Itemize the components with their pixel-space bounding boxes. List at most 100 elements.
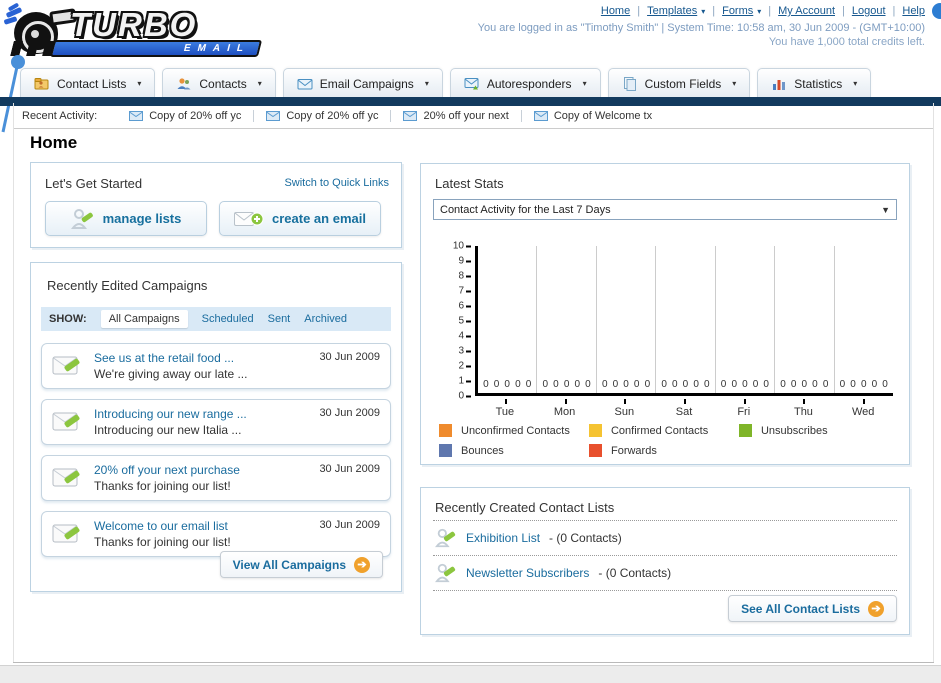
top-link-my-account[interactable]: My Account [761, 5, 835, 17]
tab-label: Contact Lists [57, 76, 127, 91]
main-nav-tabs: Contact Lists ▾ Contacts ▾ Email Campaigns… [20, 68, 872, 98]
campaign-date: 30 Jun 2009 [319, 463, 380, 475]
x-axis-label-mon: Mon [535, 399, 595, 418]
tab-contacts[interactable]: Contacts ▾ [162, 68, 276, 98]
view-all-campaigns-label: View All Campaigns [232, 557, 346, 572]
turbo-email-logo[interactable]: TURBO EMAIL [3, 2, 276, 58]
logo-subtitle: EMAIL [182, 43, 252, 54]
create-email-button[interactable]: create an email [219, 201, 381, 236]
chart-value: 0 [703, 379, 710, 390]
chart-value: 0 [493, 379, 500, 390]
tab-contact-lists[interactable]: Contact Lists ▾ [20, 68, 156, 98]
content-frame-bottom [13, 662, 934, 663]
legend-label: Bounces [461, 444, 504, 457]
legend-swatch [439, 444, 452, 457]
help-bubble-icon[interactable] [932, 3, 941, 19]
filter-all-campaigns[interactable]: All Campaigns [100, 310, 188, 328]
contact-list-item[interactable]: Newsletter Subscribers - (0 Contacts) [433, 556, 897, 591]
envelope-icon [129, 111, 144, 121]
manage-lists-button[interactable]: manage lists [45, 201, 207, 236]
view-all-campaigns-button[interactable]: View All Campaigns ➔ [219, 551, 383, 578]
filter-archived[interactable]: Archived [304, 313, 347, 325]
x-axis-label-sun: Sun [594, 399, 654, 418]
y-axis-tick: 3 [458, 346, 471, 357]
autoresponders-icon [464, 77, 479, 89]
chart-value: 0 [822, 379, 829, 390]
chart-value-labels: 00000 [716, 379, 774, 390]
chart-value: 0 [839, 379, 846, 390]
see-all-contact-lists-button[interactable]: See All Contact Lists ➔ [728, 595, 897, 622]
campaign-date: 30 Jun 2009 [319, 351, 380, 363]
filter-scheduled[interactable]: Scheduled [202, 313, 254, 325]
chevron-down-icon: ▾ [732, 79, 737, 88]
chart-day-group-mon: 00000 [537, 246, 597, 393]
login-info: You are logged in as "Timothy Smith" | S… [477, 22, 925, 34]
tab-statistics[interactable]: Statistics ▾ [757, 68, 872, 98]
chart-value: 0 [752, 379, 759, 390]
y-axis-tick: 2 [458, 361, 471, 372]
chart-value: 0 [812, 379, 818, 390]
chart-value: 0 [693, 379, 699, 390]
top-link-templates[interactable]: Templates▾ [630, 5, 705, 17]
recent-activity-item[interactable]: Copy of 20% off yc [117, 110, 253, 122]
chart-value: 0 [790, 379, 797, 390]
recent-activity-text: Copy of 20% off yc [286, 110, 379, 122]
legend-swatch [439, 424, 452, 437]
campaign-title-link[interactable]: 20% off your next purchase [94, 463, 240, 477]
campaign-subtitle: Introducing our new Italia ... [94, 423, 242, 437]
envelope-icon [266, 111, 281, 121]
legend-item: Forwards [588, 444, 739, 457]
contact-list-count: - (0 Contacts) [549, 531, 622, 545]
envelope-icon [533, 111, 548, 121]
contact-list-item[interactable]: Exhibition List - (0 Contacts) [433, 520, 897, 556]
chart-value: 0 [574, 379, 581, 390]
get-started-title: Let's Get Started [45, 176, 143, 191]
contact-lists-title: Recently Created Contact Lists [435, 500, 615, 515]
recent-activity-item[interactable]: Copy of Welcome tx [520, 110, 664, 122]
legend-label: Unsubscribes [760, 424, 828, 437]
recent-activity-item[interactable]: Copy of 20% off yc [253, 110, 390, 122]
chart-value: 0 [801, 379, 808, 390]
campaigns-filter-bar: SHOW: All Campaigns Scheduled Sent Archi… [41, 307, 391, 331]
campaign-item[interactable]: See us at the retail food ... We're givin… [41, 343, 391, 389]
campaign-title-link[interactable]: Welcome to our email list [94, 519, 231, 533]
chevron-down-icon: ▾ [424, 79, 429, 88]
recently-created-contact-lists-panel: Recently Created Contact Lists Exhibitio… [420, 487, 910, 635]
latest-stats-panel: Latest Stats Contact Activity for the La… [420, 163, 910, 465]
chart-value: 0 [742, 379, 748, 390]
legend-swatch [588, 444, 602, 457]
page-title: Home [30, 133, 78, 152]
tab-autoresponders[interactable]: Autoresponders ▾ [449, 68, 601, 98]
content-frame-right [933, 103, 934, 663]
arrow-right-icon: ➔ [354, 556, 370, 573]
chart-value: 0 [542, 379, 549, 390]
y-axis-tick: 5 [458, 316, 471, 327]
tab-email-campaigns[interactable]: Email Campaigns ▾ [282, 68, 443, 98]
top-link-home[interactable]: Home [601, 5, 630, 17]
contact-list-link[interactable]: Exhibition List [466, 531, 540, 545]
top-link-forms[interactable]: Forms▾ [705, 5, 761, 17]
chart-value-labels: 00000 [537, 379, 595, 390]
recent-activity-item[interactable]: 20% off your next [390, 110, 520, 122]
campaign-title-link[interactable]: Introducing our new range ... [94, 407, 247, 421]
legend-item: Bounces [439, 444, 589, 457]
top-link-logout[interactable]: Logout [835, 5, 886, 17]
filter-sent[interactable]: Sent [268, 313, 291, 325]
campaign-item[interactable]: 20% off your next purchase Thanks for joi… [41, 455, 391, 501]
recent-activity-text: Copy of 20% off yc [149, 110, 242, 122]
campaign-item[interactable]: Introducing our new range ... Introducing… [41, 399, 391, 445]
contact-list-link[interactable]: Newsletter Subscribers [466, 566, 589, 580]
create-email-icon [234, 211, 264, 226]
campaign-title-link[interactable]: See us at the retail food ... [94, 351, 247, 365]
switch-to-quick-links[interactable]: Switch to Quick Links [284, 177, 389, 189]
manage-lists-icon [70, 208, 93, 229]
email-campaigns-icon [297, 78, 313, 89]
campaign-date: 30 Jun 2009 [319, 407, 380, 419]
stats-period-select[interactable]: Contact Activity for the Last 7 Days ▼ [433, 199, 897, 220]
top-link-help[interactable]: Help [886, 5, 925, 17]
tab-custom-fields[interactable]: Custom Fields ▾ [607, 68, 751, 98]
campaign-edit-icon [52, 412, 80, 431]
tab-label: Autoresponders [486, 76, 572, 91]
y-axis-tick: 8 [458, 271, 471, 282]
chart-value: 0 [860, 379, 867, 390]
